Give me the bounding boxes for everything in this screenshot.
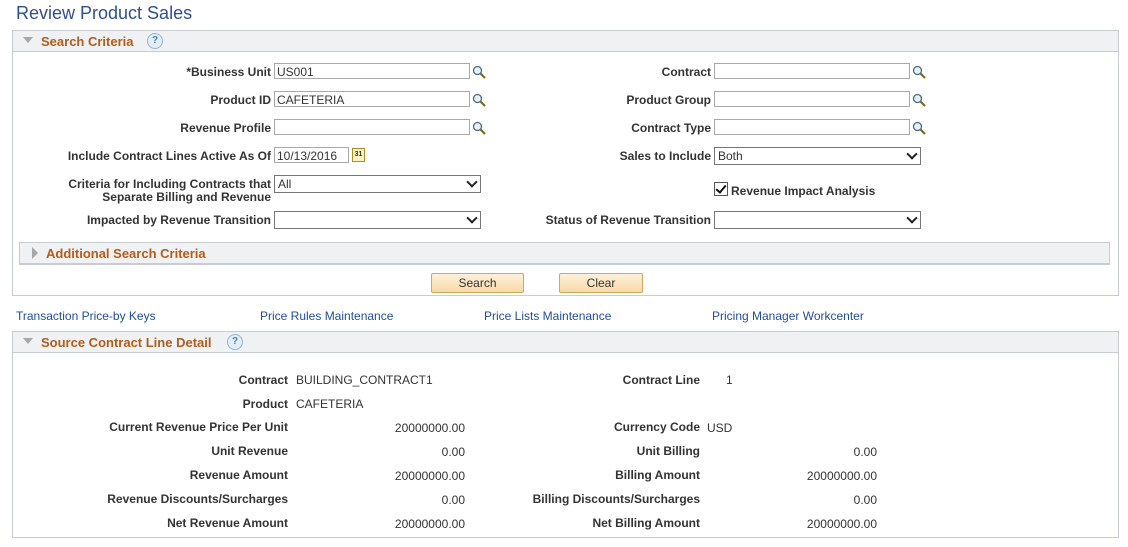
detail-unit-revenue-label: Unit Revenue — [211, 444, 288, 458]
revenue-impact-checkbox[interactable] — [714, 182, 728, 196]
search-criteria-title: Search Criteria — [41, 34, 134, 49]
additional-search-criteria-title: Additional Search Criteria — [46, 246, 206, 261]
criteria-label-line2: Separate Billing and Revenue — [102, 190, 271, 204]
business-unit-input[interactable]: US001 — [274, 63, 470, 79]
detail-price-per-unit-label: Current Revenue Price Per Unit — [109, 420, 288, 434]
expand-arrow-icon — [32, 247, 38, 259]
contract-type-label: Contract Type — [631, 121, 711, 135]
link-price-rules-maintenance[interactable]: Price Rules Maintenance — [260, 309, 393, 323]
source-contract-line-detail-title: Source Contract Line Detail — [41, 335, 212, 350]
source-contract-line-detail-panel — [12, 353, 1119, 538]
business-unit-lookup-icon[interactable] — [472, 65, 486, 79]
active-as-of-label: Include Contract Lines Active As Of — [67, 149, 271, 163]
contract-lookup-icon[interactable] — [912, 65, 926, 79]
collapse-arrow-icon — [23, 338, 33, 344]
detail-product-value: CAFETERIA — [296, 397, 364, 411]
product-group-input[interactable] — [714, 91, 910, 107]
sales-to-include-value: Both — [718, 149, 743, 163]
impacted-label: Impacted by Revenue Transition — [86, 213, 271, 227]
link-pricing-manager-workcenter[interactable]: Pricing Manager Workcenter — [712, 309, 864, 323]
product-group-label: Product Group — [626, 93, 711, 107]
criteria-select[interactable]: All — [274, 175, 481, 193]
clear-button[interactable]: Clear — [559, 273, 643, 293]
search-button[interactable]: Search — [431, 273, 524, 293]
detail-unit-billing-value: 0.00 — [853, 445, 877, 459]
detail-billing-discounts-label: Billing Discounts/Surcharges — [532, 492, 700, 506]
detail-revenue-discounts-label: Revenue Discounts/Surcharges — [107, 492, 288, 506]
product-id-input[interactable]: CAFETERIA — [274, 91, 470, 107]
link-transaction-price-by-keys[interactable]: Transaction Price-by Keys — [16, 309, 156, 323]
detail-product-label: Product — [242, 397, 288, 411]
calendar-icon[interactable]: 31 — [352, 148, 365, 162]
product-id-label: Product ID — [210, 93, 271, 107]
link-price-lists-maintenance[interactable]: Price Lists Maintenance — [484, 309, 611, 323]
contract-input[interactable] — [714, 63, 910, 79]
detail-revenue-discounts-value: 0.00 — [441, 493, 465, 507]
help-icon[interactable]: ? — [227, 334, 243, 350]
revenue-impact-label: Revenue Impact Analysis — [731, 184, 876, 198]
sales-to-include-select[interactable]: Both — [714, 147, 921, 165]
search-criteria-header[interactable]: Search Criteria ? — [12, 30, 1119, 52]
chevron-down-icon — [906, 212, 918, 224]
revenue-profile-input[interactable] — [274, 119, 470, 135]
criteria-label-line1: Criteria for Including Contracts that — [68, 177, 271, 191]
business-unit-label: *Business Unit — [186, 65, 271, 79]
detail-unit-billing-label: Unit Billing — [636, 444, 700, 458]
detail-contract-label: Contract — [238, 373, 288, 387]
detail-unit-revenue-value: 0.00 — [441, 445, 465, 459]
chevron-down-icon — [466, 176, 478, 188]
detail-contract-line-label: Contract Line — [622, 373, 700, 387]
impacted-select[interactable] — [274, 211, 481, 229]
detail-net-billing-label: Net Billing Amount — [592, 516, 700, 530]
help-icon[interactable]: ? — [147, 33, 163, 49]
detail-billing-amount-value: 20000000.00 — [806, 469, 877, 483]
detail-revenue-amount-value: 20000000.00 — [394, 469, 465, 483]
criteria-select-value: All — [278, 177, 292, 191]
chevron-down-icon — [466, 212, 478, 224]
detail-revenue-amount-label: Revenue Amount — [189, 468, 288, 482]
source-contract-line-detail-header[interactable]: Source Contract Line Detail ? — [12, 331, 1119, 353]
detail-currency-code-label: Currency Code — [613, 420, 700, 434]
revenue-profile-label: Revenue Profile — [180, 121, 271, 135]
contract-type-input[interactable] — [714, 119, 910, 135]
additional-search-criteria-header[interactable]: Additional Search Criteria — [19, 242, 1110, 265]
detail-billing-amount-label: Billing Amount — [615, 468, 700, 482]
detail-net-revenue-value: 20000000.00 — [394, 517, 465, 531]
detail-contract-line-value: 1 — [726, 373, 733, 387]
product-id-lookup-icon[interactable] — [472, 93, 486, 107]
detail-price-per-unit-value: 20000000.00 — [394, 421, 465, 435]
chevron-down-icon — [906, 148, 918, 160]
detail-currency-code-value: USD — [707, 421, 733, 435]
detail-contract-value: BUILDING_CONTRACT1 — [296, 373, 433, 387]
detail-net-billing-value: 20000000.00 — [806, 517, 877, 531]
contract-label: Contract — [661, 65, 711, 79]
status-transition-select[interactable] — [714, 211, 921, 229]
product-group-lookup-icon[interactable] — [912, 93, 926, 107]
status-transition-label: Status of Revenue Transition — [545, 213, 711, 227]
collapse-arrow-icon — [23, 37, 33, 43]
revenue-profile-lookup-icon[interactable] — [472, 121, 486, 135]
active-as-of-date-input[interactable]: 10/13/2016 — [274, 147, 349, 163]
detail-net-revenue-label: Net Revenue Amount — [167, 516, 288, 530]
detail-billing-discounts-value: 0.00 — [853, 493, 877, 507]
sales-to-include-label: Sales to Include — [619, 149, 711, 163]
contract-type-lookup-icon[interactable] — [912, 121, 926, 135]
page-title: Review Product Sales — [16, 3, 193, 23]
